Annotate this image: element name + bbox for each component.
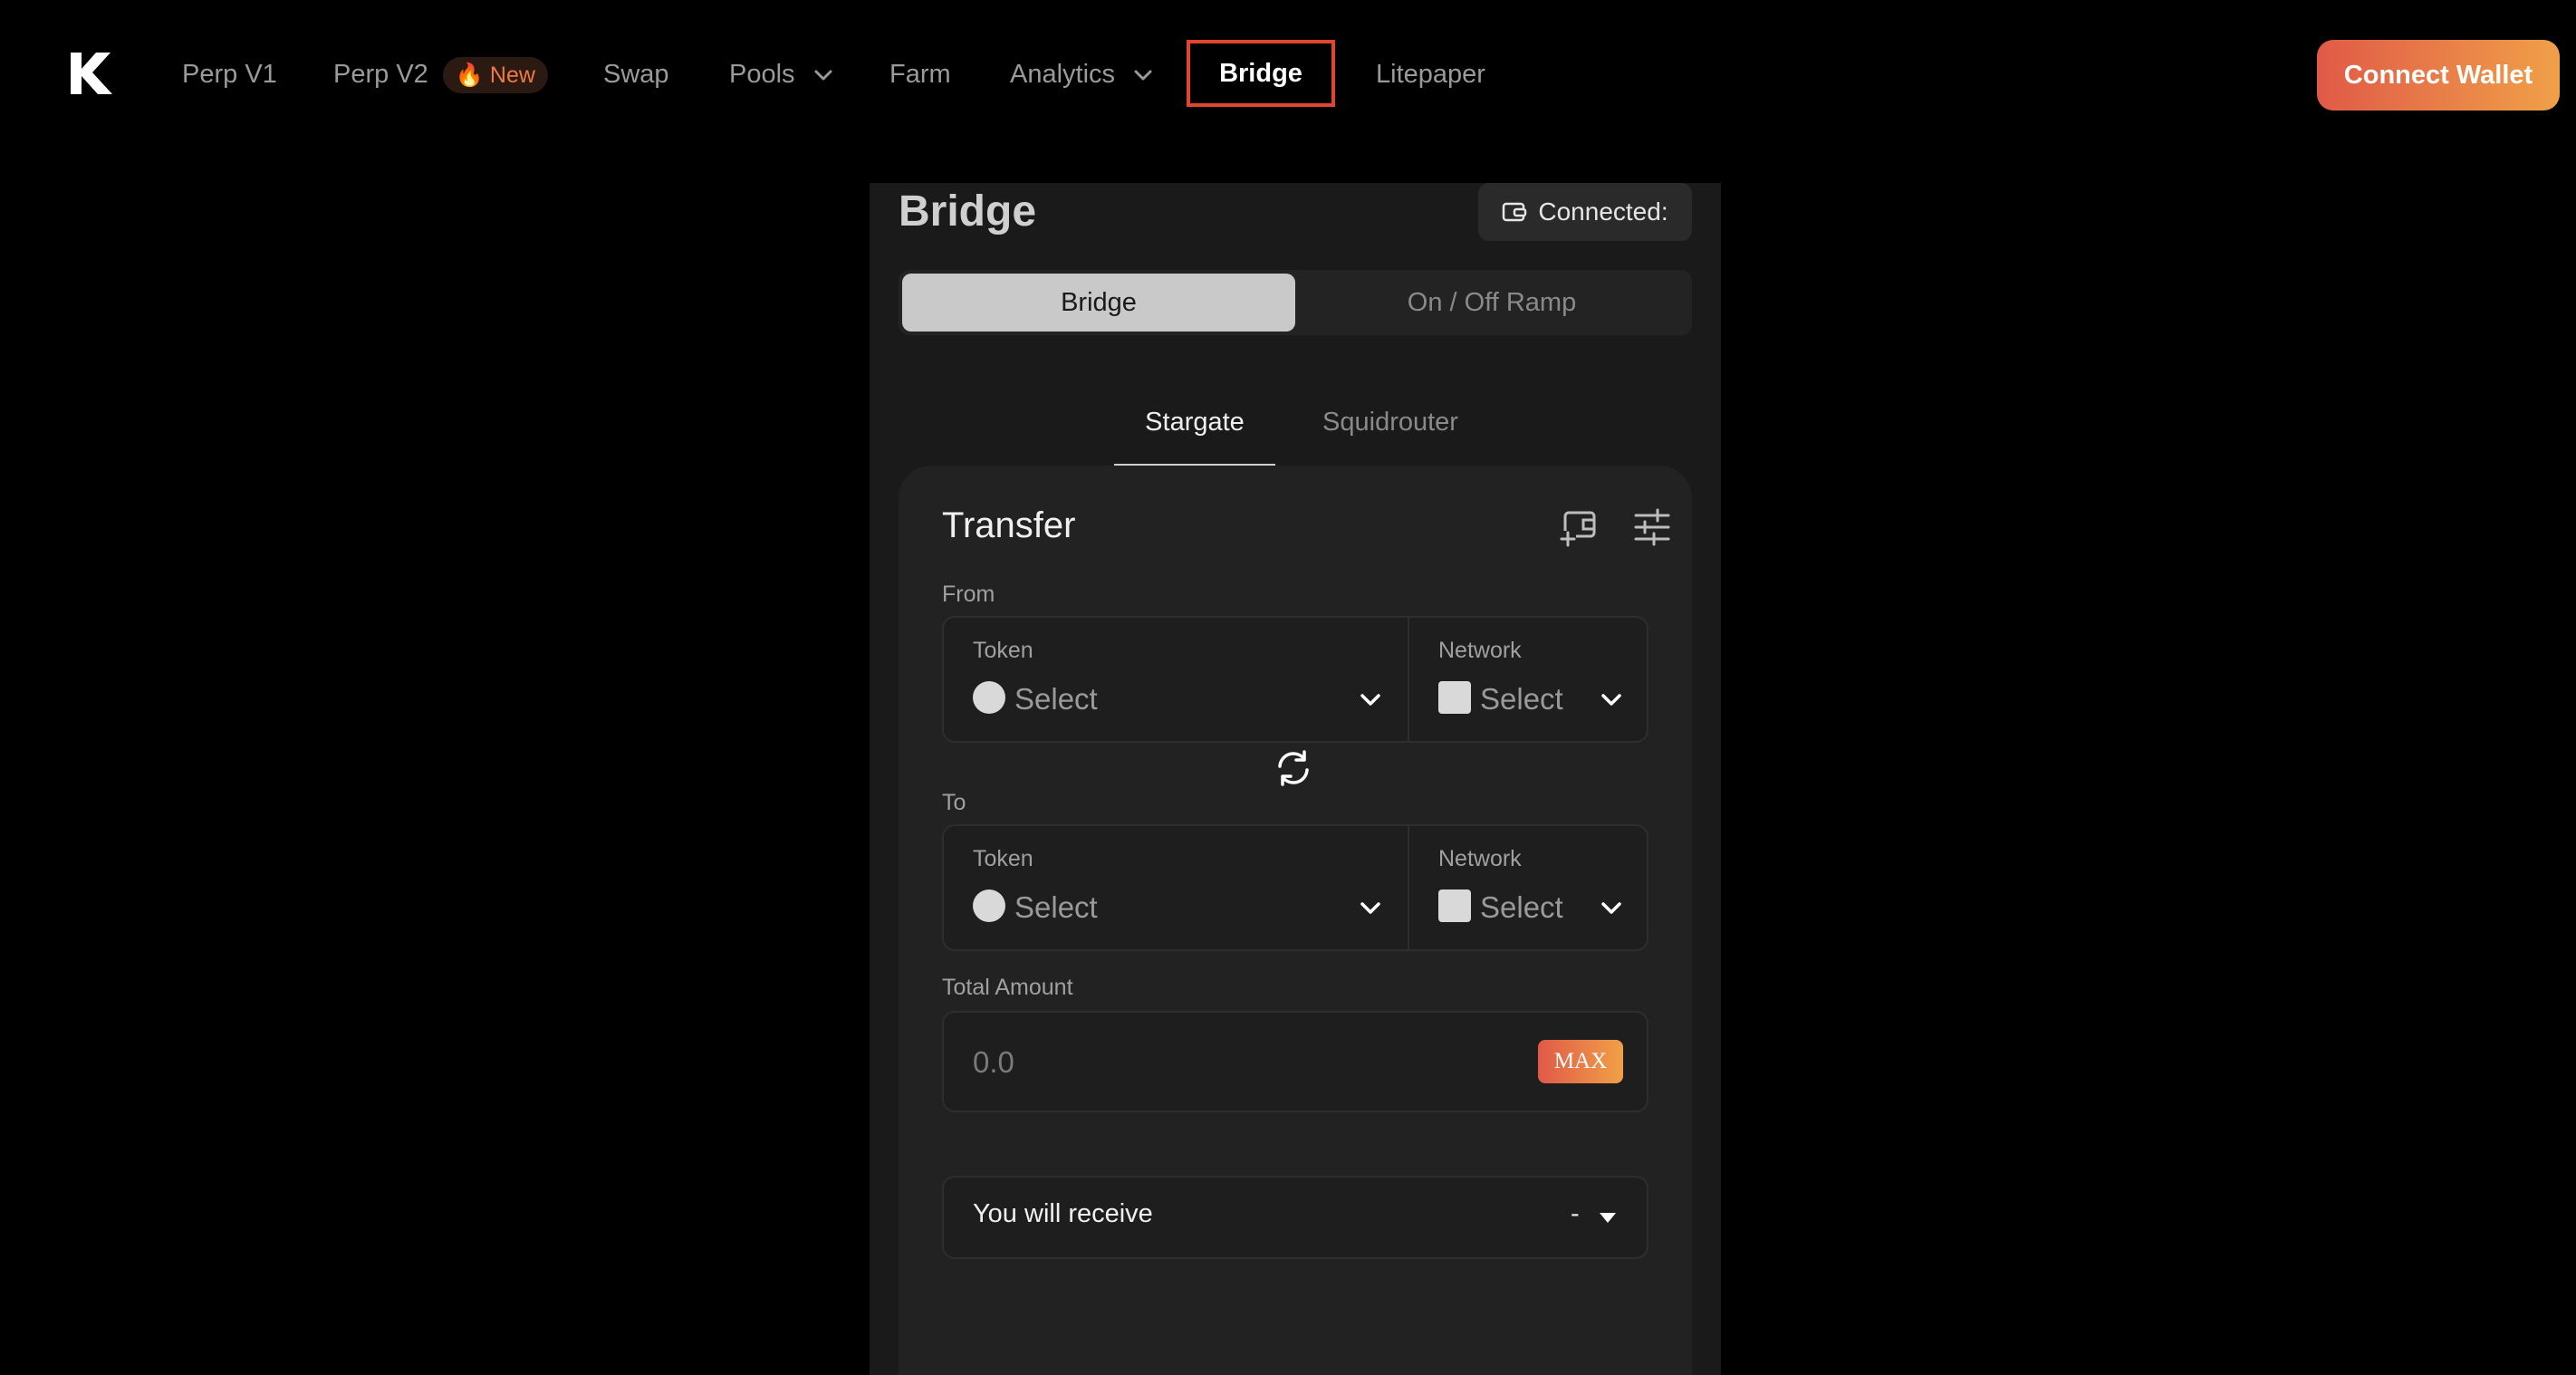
- chevron-down-icon: [1360, 694, 1380, 706]
- nav-litepaper[interactable]: Litepaper: [1376, 54, 1485, 94]
- nav-perp-v2[interactable]: Perp V2 🔥 New: [333, 54, 548, 94]
- amount-input[interactable]: [971, 1034, 1482, 1091]
- connect-wallet-button[interactable]: Connect Wallet: [2317, 40, 2560, 111]
- max-button[interactable]: MAX: [1538, 1040, 1623, 1083]
- page-title: Bridge: [899, 188, 1037, 236]
- nav-perp-v1-label: Perp V1: [182, 60, 277, 89]
- amount-field: MAX: [942, 1011, 1648, 1112]
- nav-farm-label: Farm: [889, 60, 951, 89]
- swap-direction-icon[interactable]: [1274, 748, 1313, 788]
- k-logo-icon[interactable]: [69, 51, 114, 96]
- tab-squidrouter[interactable]: Squidrouter: [1295, 404, 1485, 464]
- receive-value: -: [1571, 1199, 1580, 1228]
- network-label: Network: [1438, 846, 1522, 871]
- bridge-panel: Bridge Connected: Bridge On / Off Ramp S…: [870, 183, 1721, 1375]
- nav-swap-label: Swap: [603, 60, 669, 89]
- nav-bridge-label: Bridge: [1219, 58, 1302, 88]
- from-token-select[interactable]: Token Select: [944, 618, 1408, 741]
- token-placeholder-icon: [973, 889, 1005, 923]
- mode-switch: Bridge On / Off Ramp: [899, 270, 1692, 335]
- total-amount-label: Total Amount: [942, 975, 1073, 1000]
- connected-label: Connected:: [1538, 197, 1668, 226]
- connected-status[interactable]: Connected:: [1478, 183, 1692, 241]
- receive-summary[interactable]: You will receive -: [942, 1176, 1648, 1259]
- chevron-down-icon: [814, 70, 832, 81]
- nav-pools-label: Pools: [729, 60, 795, 89]
- network-placeholder-icon: [1438, 681, 1471, 715]
- nav-analytics-label: Analytics: [1010, 60, 1116, 89]
- tab-stargate[interactable]: Stargate: [1114, 404, 1275, 466]
- chevron-down-icon: [1601, 694, 1621, 706]
- receive-label: You will receive: [973, 1199, 1153, 1228]
- nav-perp-v2-label: Perp V2: [333, 60, 428, 89]
- network-select-value: Select: [1438, 889, 1563, 926]
- nav-pools[interactable]: Pools: [729, 54, 833, 94]
- select-placeholder: Select: [1480, 682, 1563, 716]
- nav-swap[interactable]: Swap: [603, 54, 669, 94]
- token-label: Token: [973, 846, 1033, 871]
- select-placeholder: Select: [1014, 682, 1098, 716]
- nav-analytics[interactable]: Analytics: [1010, 54, 1153, 94]
- token-select-value: Select: [973, 681, 1098, 717]
- to-label: To: [942, 790, 966, 815]
- network-select-value: Select: [1438, 681, 1563, 717]
- add-token-icon[interactable]: [1560, 507, 1600, 547]
- from-network-select[interactable]: Network Select: [1409, 618, 1647, 741]
- nav-perp-v1[interactable]: Perp V1: [182, 54, 277, 94]
- connect-wallet-label: Connect Wallet: [2343, 60, 2533, 90]
- token-placeholder-icon: [973, 681, 1005, 715]
- transfer-title: Transfer: [942, 505, 1076, 545]
- caret-down-icon: [1600, 1213, 1616, 1223]
- network-placeholder-icon: [1438, 889, 1471, 923]
- transfer-card: Transfer From Token Select Network Selec…: [899, 466, 1692, 1375]
- mode-bridge-button[interactable]: Bridge: [902, 274, 1295, 332]
- nav-farm[interactable]: Farm: [889, 54, 951, 94]
- new-badge: 🔥 New: [442, 57, 548, 94]
- to-select-row: Token Select Network Select: [942, 824, 1648, 951]
- nav-bridge[interactable]: Bridge: [1187, 40, 1335, 107]
- nav-litepaper-label: Litepaper: [1376, 60, 1485, 89]
- token-label: Token: [973, 638, 1033, 663]
- wallet-icon: [1503, 202, 1527, 222]
- network-label: Network: [1438, 638, 1522, 663]
- mode-on-off-ramp-button[interactable]: On / Off Ramp: [1295, 274, 1688, 332]
- from-select-row: Token Select Network Select: [942, 616, 1648, 743]
- settings-sliders-icon[interactable]: [1632, 507, 1672, 547]
- select-placeholder: Select: [1014, 890, 1098, 924]
- from-label: From: [942, 582, 995, 607]
- to-network-select[interactable]: Network Select: [1409, 826, 1647, 949]
- select-placeholder: Select: [1480, 890, 1563, 924]
- to-token-select[interactable]: Token Select: [944, 826, 1408, 949]
- chevron-down-icon: [1134, 70, 1152, 81]
- token-select-value: Select: [973, 889, 1098, 926]
- chevron-down-icon: [1601, 902, 1621, 914]
- chevron-down-icon: [1360, 902, 1380, 914]
- top-navbar: Perp V1 Perp V2 🔥 New Swap Pools Farm An…: [0, 0, 2576, 147]
